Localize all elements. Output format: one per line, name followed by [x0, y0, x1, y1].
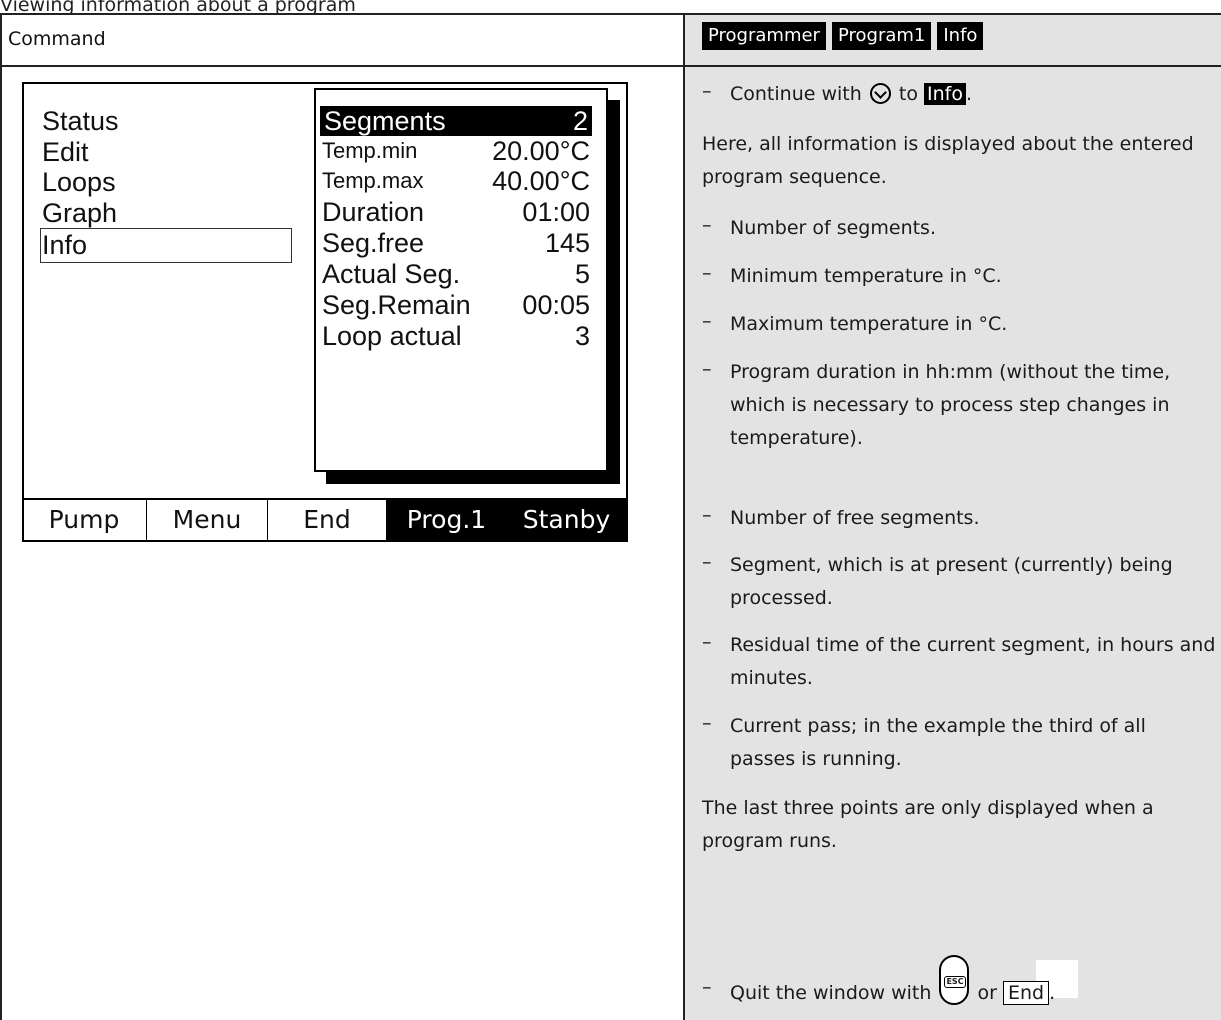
bullet-dash: –	[702, 504, 712, 526]
bullet-dash: –	[702, 310, 712, 332]
breadcrumb: Programmer Program1 Info	[702, 22, 984, 50]
info-row-temp-min: Temp.min 20.00°C	[322, 136, 590, 166]
info-label: Loop actual	[322, 321, 462, 351]
note-paragraph: The last three points are only displayed…	[702, 797, 1154, 852]
info-label: Duration	[322, 197, 425, 227]
info-value: 3	[574, 321, 590, 351]
breadcrumb-item-program1: Program1	[831, 22, 932, 50]
intro-paragraph: Here, all information is displayed about…	[702, 133, 1194, 188]
info-row-duration: Duration 01:00	[322, 197, 590, 227]
info-row-seg-remain: Seg.Remain 00:05	[322, 290, 590, 320]
info-row-loop-actual: Loop actual 3	[322, 321, 590, 351]
table-top-border	[0, 13, 1221, 15]
bullet-dash: –	[702, 712, 712, 734]
continue-suffix: .	[965, 83, 973, 105]
info-label: Actual Seg.	[322, 259, 461, 289]
bullet-dash: –	[702, 976, 712, 998]
table-header-border	[0, 65, 1221, 67]
info-label: Segments	[324, 106, 446, 136]
info-panel: Segments 2 Temp.min 20.00°C Temp.max 40.…	[314, 88, 608, 472]
menu-item-info[interactable]: Info	[40, 228, 292, 263]
softkey-bar: Pump Menu End Prog.1 Stanby	[22, 498, 628, 542]
bullet-dash: –	[702, 631, 712, 653]
menu-item-loops[interactable]: Loops	[42, 167, 302, 198]
softkey-end[interactable]: End	[267, 500, 386, 542]
info-value: 145	[544, 228, 590, 258]
program-menu: Status Edit Loops Graph Info	[40, 106, 302, 263]
quit-suffix: .	[1049, 982, 1056, 1004]
menu-item-status[interactable]: Status	[42, 106, 302, 137]
device-display: Status Edit Loops Graph Info Segments 2 …	[22, 82, 628, 542]
info-value: 5	[574, 259, 590, 289]
softkey-standby[interactable]: Stanby	[505, 500, 627, 542]
bullet-min-temperature: Minimum temperature in °C.	[730, 265, 1002, 287]
command-header: Command	[8, 28, 106, 50]
bullet-dash: –	[702, 551, 712, 573]
continue-to: to	[898, 83, 918, 105]
breadcrumb-item-info: Info	[937, 22, 984, 50]
down-arrow-key-icon	[869, 83, 891, 104]
bullet-current-segment: Segment, which is at present (currently)…	[730, 554, 1173, 609]
continue-instruction: Continue with to Info.	[730, 78, 1216, 111]
info-value: 40.00°C	[492, 166, 590, 196]
info-label: Seg.free	[322, 228, 425, 258]
breadcrumb-item-programmer: Programmer	[702, 22, 826, 50]
bullet-dash: –	[702, 80, 712, 102]
softkey-pump[interactable]: Pump	[22, 500, 146, 542]
softkey-prog1[interactable]: Prog.1	[386, 500, 506, 542]
bullet-current-pass: Current pass; in the example the third o…	[730, 715, 1146, 770]
bullet-number-of-segments: Number of segments.	[730, 217, 936, 239]
info-label: Seg.Remain	[322, 290, 471, 320]
bullet-dash: –	[702, 358, 712, 380]
info-row-segments: Segments 2	[320, 106, 592, 136]
table-column-divider	[683, 13, 685, 1020]
info-value: 00:05	[522, 290, 590, 320]
info-row-seg-free: Seg.free 145	[322, 228, 590, 258]
quit-instruction: Quit the window with ESC or End.	[730, 955, 1216, 1010]
table-left-border	[0, 13, 2, 1020]
quit-prefix: Quit the window with	[730, 982, 932, 1004]
bullet-residual-time: Residual time of the current segment, in…	[730, 634, 1216, 689]
menu-item-graph[interactable]: Graph	[42, 198, 302, 229]
info-label: Temp.min	[322, 138, 418, 163]
bullet-dash: –	[702, 262, 712, 284]
bullet-free-segments: Number of free segments.	[730, 507, 980, 529]
softkey-menu[interactable]: Menu	[146, 500, 267, 542]
bullet-max-temperature: Maximum temperature in °C.	[730, 313, 1008, 335]
menu-item-edit[interactable]: Edit	[42, 137, 302, 168]
bullet-program-duration: Program duration in hh:mm (without the t…	[730, 361, 1171, 449]
info-row-actual-seg: Actual Seg. 5	[322, 259, 590, 289]
continue-prefix: Continue with	[730, 83, 862, 105]
bullet-dash: –	[702, 214, 712, 236]
esc-key-icon: ESC	[939, 955, 970, 1005]
info-value: 2	[572, 106, 588, 136]
quit-or: or	[977, 982, 997, 1004]
end-key-label: End	[1003, 981, 1050, 1005]
info-value: 01:00	[522, 197, 590, 227]
info-row-temp-max: Temp.max 40.00°C	[322, 166, 590, 196]
continue-target: Info	[924, 83, 966, 105]
esc-label: ESC	[944, 976, 966, 988]
info-label: Temp.max	[322, 168, 424, 193]
info-value: 20.00°C	[492, 136, 590, 166]
